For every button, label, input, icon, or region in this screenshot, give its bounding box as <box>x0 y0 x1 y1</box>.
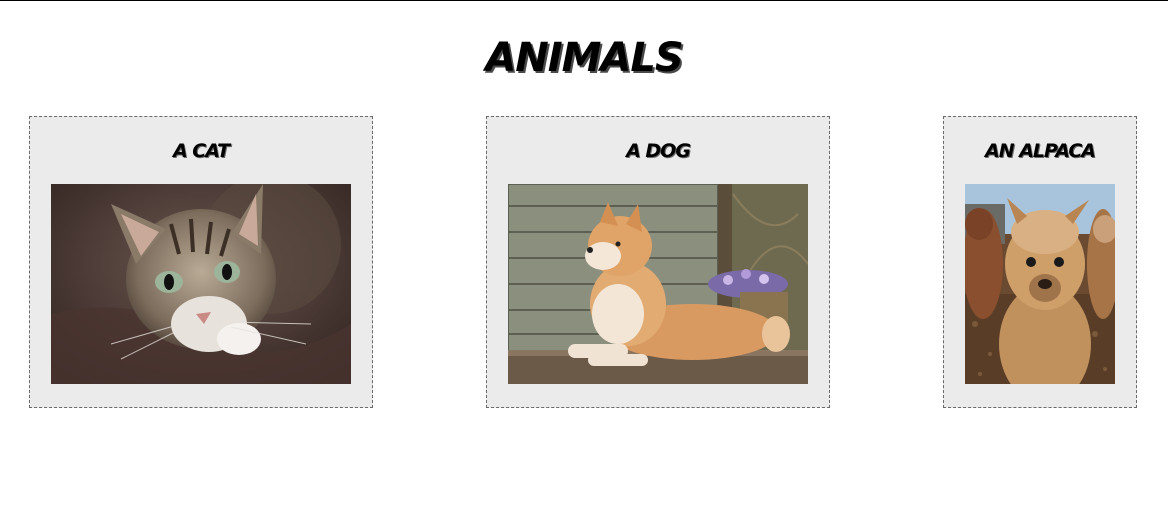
card-title: A DOG <box>626 140 691 162</box>
animal-card-dog: A DOG <box>486 116 830 408</box>
top-divider <box>0 0 1168 1</box>
alpaca-photo <box>965 184 1115 384</box>
dog-photo <box>508 184 808 384</box>
card-title: AN ALPACA <box>985 140 1096 162</box>
animal-card-alpaca: AN ALPACA <box>943 116 1137 408</box>
page-title: ANIMALS <box>485 35 683 81</box>
animal-card-cat: A CAT <box>29 116 373 408</box>
card-title: A CAT <box>172 140 230 162</box>
cat-photo <box>51 184 351 384</box>
